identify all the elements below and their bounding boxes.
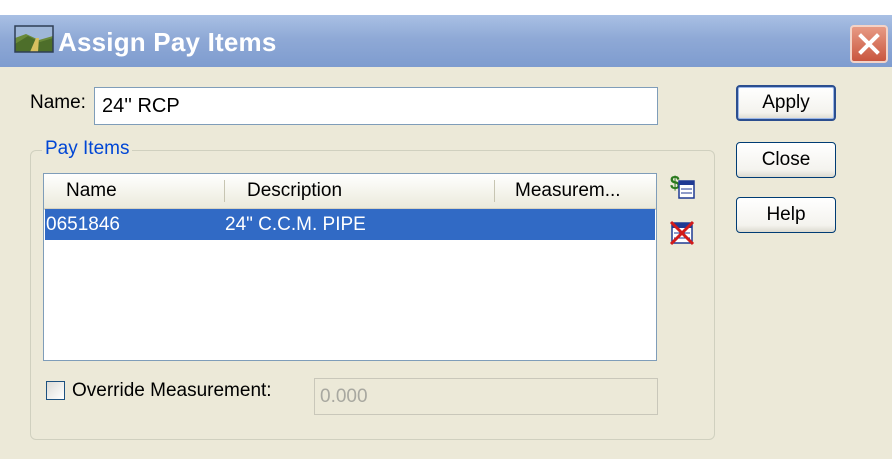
assign-pay-items-dialog: Assign Pay Items Name: Apply Close Help … [0,5,892,459]
pay-items-group-title: Pay Items [42,138,133,160]
column-header-measurement[interactable]: Measurem... [495,174,655,208]
override-measurement-input[interactable] [314,378,658,415]
window-title: Assign Pay Items [58,27,277,57]
help-button[interactable]: Help [736,197,836,233]
pay-items-list[interactable]: Name Description Measurem... 0651846 24"… [43,173,657,361]
apply-button[interactable]: Apply [736,85,836,121]
row-description: 24" C.C.M. PIPE [225,213,366,235]
column-header-name[interactable]: Name [44,174,222,208]
add-pay-item-icon[interactable]: $ [668,171,696,201]
row-name: 0651846 [46,213,120,235]
override-measurement-checkbox[interactable] [46,381,65,400]
table-row[interactable]: 0651846 24" C.C.M. PIPE [45,209,655,240]
name-label: Name: [30,92,86,113]
close-icon[interactable] [850,25,888,63]
name-input[interactable] [94,87,658,125]
delete-pay-item-icon[interactable] [668,217,696,247]
close-button[interactable]: Close [736,142,836,178]
title-bar: Assign Pay Items [0,5,892,67]
map-icon [14,25,54,53]
list-header: Name Description Measurem... [44,174,656,210]
override-measurement-label: Override Measurement: [72,380,272,401]
column-header-description[interactable]: Description [225,174,493,208]
